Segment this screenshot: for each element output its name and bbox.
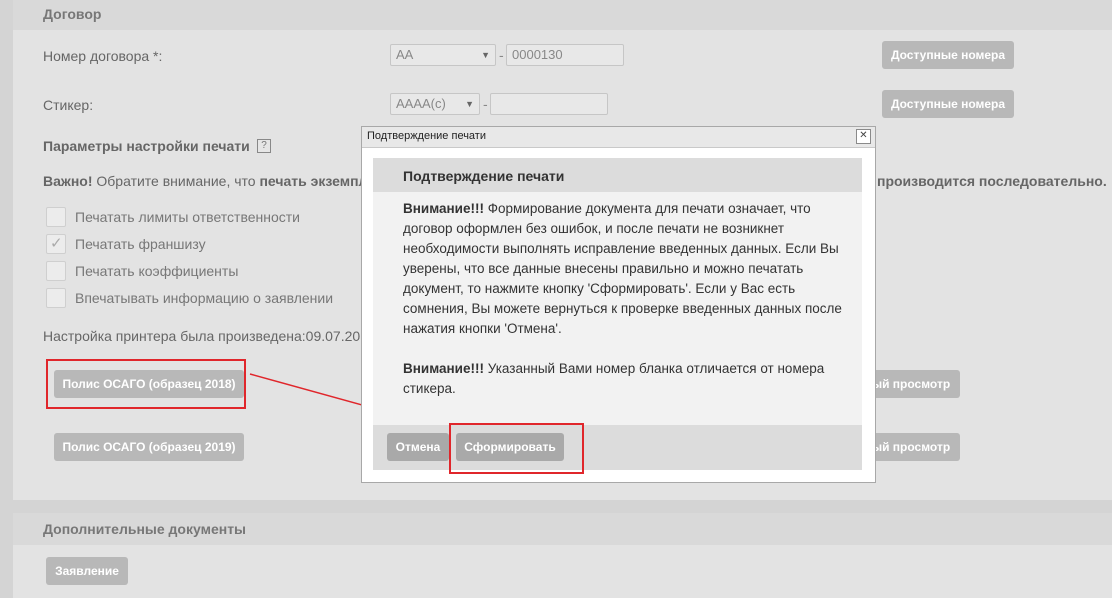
checkmark-icon: ✓ bbox=[50, 235, 63, 252]
important-bold: Важно! bbox=[43, 173, 93, 189]
application-button[interactable]: Заявление bbox=[46, 557, 128, 585]
help-icon[interactable]: ? bbox=[257, 139, 271, 153]
checkbox-print-limits[interactable] bbox=[46, 207, 66, 227]
chevron-down-icon: ▼ bbox=[465, 99, 474, 109]
dialog-footer: Отмена Сформировать bbox=[373, 425, 862, 470]
available-numbers-button-sticker[interactable]: Доступные номера bbox=[882, 90, 1014, 118]
warning-1-bold: Внимание!!! bbox=[403, 201, 484, 216]
preview-button-2019[interactable]: ый просмотр bbox=[862, 433, 960, 461]
contract-section-title: Договор bbox=[43, 6, 102, 22]
chevron-down-icon: ▼ bbox=[481, 50, 490, 60]
warning-2-bold: Внимание!!! bbox=[403, 361, 484, 376]
important-text: Обратите внимание, что bbox=[92, 173, 260, 189]
generate-button[interactable]: Сформировать bbox=[456, 433, 564, 461]
contract-series-value: AA bbox=[396, 47, 414, 62]
dialog-body: Внимание!!! Формирование документа для п… bbox=[403, 199, 848, 419]
sticker-series-select[interactable]: AAAA(c) ▼ bbox=[390, 93, 480, 115]
warning-1-text: Формирование документа для печати означа… bbox=[403, 201, 842, 336]
contract-number-input[interactable]: 0000130 bbox=[506, 44, 624, 66]
important-note-tail: производится последовательно. bbox=[877, 173, 1107, 189]
checkbox-print-deductible-label: Печатать франшизу bbox=[75, 236, 206, 252]
policy-2019-button[interactable]: Полис ОСАГО (образец 2019) bbox=[54, 433, 244, 461]
print-confirm-dialog: Подтверждение печати ✕ Подтверждение печ… bbox=[361, 126, 876, 483]
checkbox-print-deductible[interactable]: ✓ bbox=[46, 234, 66, 254]
sticker-label: Стикер: bbox=[43, 97, 94, 113]
important-note: Важно! Обратите внимание, что печать экз… bbox=[43, 173, 367, 189]
checkbox-print-limits-label: Печатать лимиты ответственности bbox=[75, 209, 300, 225]
contract-number-label: Номер договора *: bbox=[43, 48, 163, 64]
dialog-header: Подтверждение печати bbox=[373, 158, 862, 192]
warning-paragraph-1: Внимание!!! Формирование документа для п… bbox=[403, 199, 848, 339]
contract-series-select[interactable]: AA ▼ bbox=[390, 44, 496, 66]
printer-setup-text: Настройка принтера была произведена:09.0… bbox=[43, 328, 361, 344]
checkbox-print-coefficients-label: Печатать коэффициенты bbox=[75, 263, 239, 279]
preview-button-2018[interactable]: ый просмотр bbox=[862, 370, 960, 398]
policy-2018-button[interactable]: Полис ОСАГО (образец 2018) bbox=[54, 370, 244, 398]
close-icon[interactable]: ✕ bbox=[856, 129, 871, 144]
dialog-content: Подтверждение печати Внимание!!! Формиро… bbox=[373, 158, 862, 470]
checkbox-print-application-info[interactable] bbox=[46, 288, 66, 308]
dialog-titlebar: Подтверждение печати ✕ bbox=[362, 127, 875, 148]
important-bold2: печать экземпл bbox=[259, 173, 368, 189]
available-numbers-button[interactable]: Доступные номера bbox=[882, 41, 1014, 69]
cancel-button[interactable]: Отмена bbox=[387, 433, 449, 461]
checkbox-print-application-info-label: Впечатывать информацию о заявлении bbox=[75, 290, 334, 306]
warning-paragraph-2: Внимание!!! Указанный Вами номер бланка … bbox=[403, 359, 848, 399]
contract-header bbox=[13, 0, 1112, 30]
additional-docs-title: Дополнительные документы bbox=[43, 521, 246, 537]
sticker-number-input[interactable] bbox=[490, 93, 608, 115]
dialog-header-title: Подтверждение печати bbox=[403, 168, 565, 184]
sticker-dash: - bbox=[483, 96, 488, 112]
checkbox-print-coefficients[interactable] bbox=[46, 261, 66, 281]
print-settings-title: Параметры настройки печати bbox=[43, 138, 250, 154]
contract-number-dash: - bbox=[499, 47, 504, 63]
sticker-series-value: AAAA(c) bbox=[396, 96, 446, 111]
dialog-window-title: Подтверждение печати bbox=[367, 130, 486, 142]
